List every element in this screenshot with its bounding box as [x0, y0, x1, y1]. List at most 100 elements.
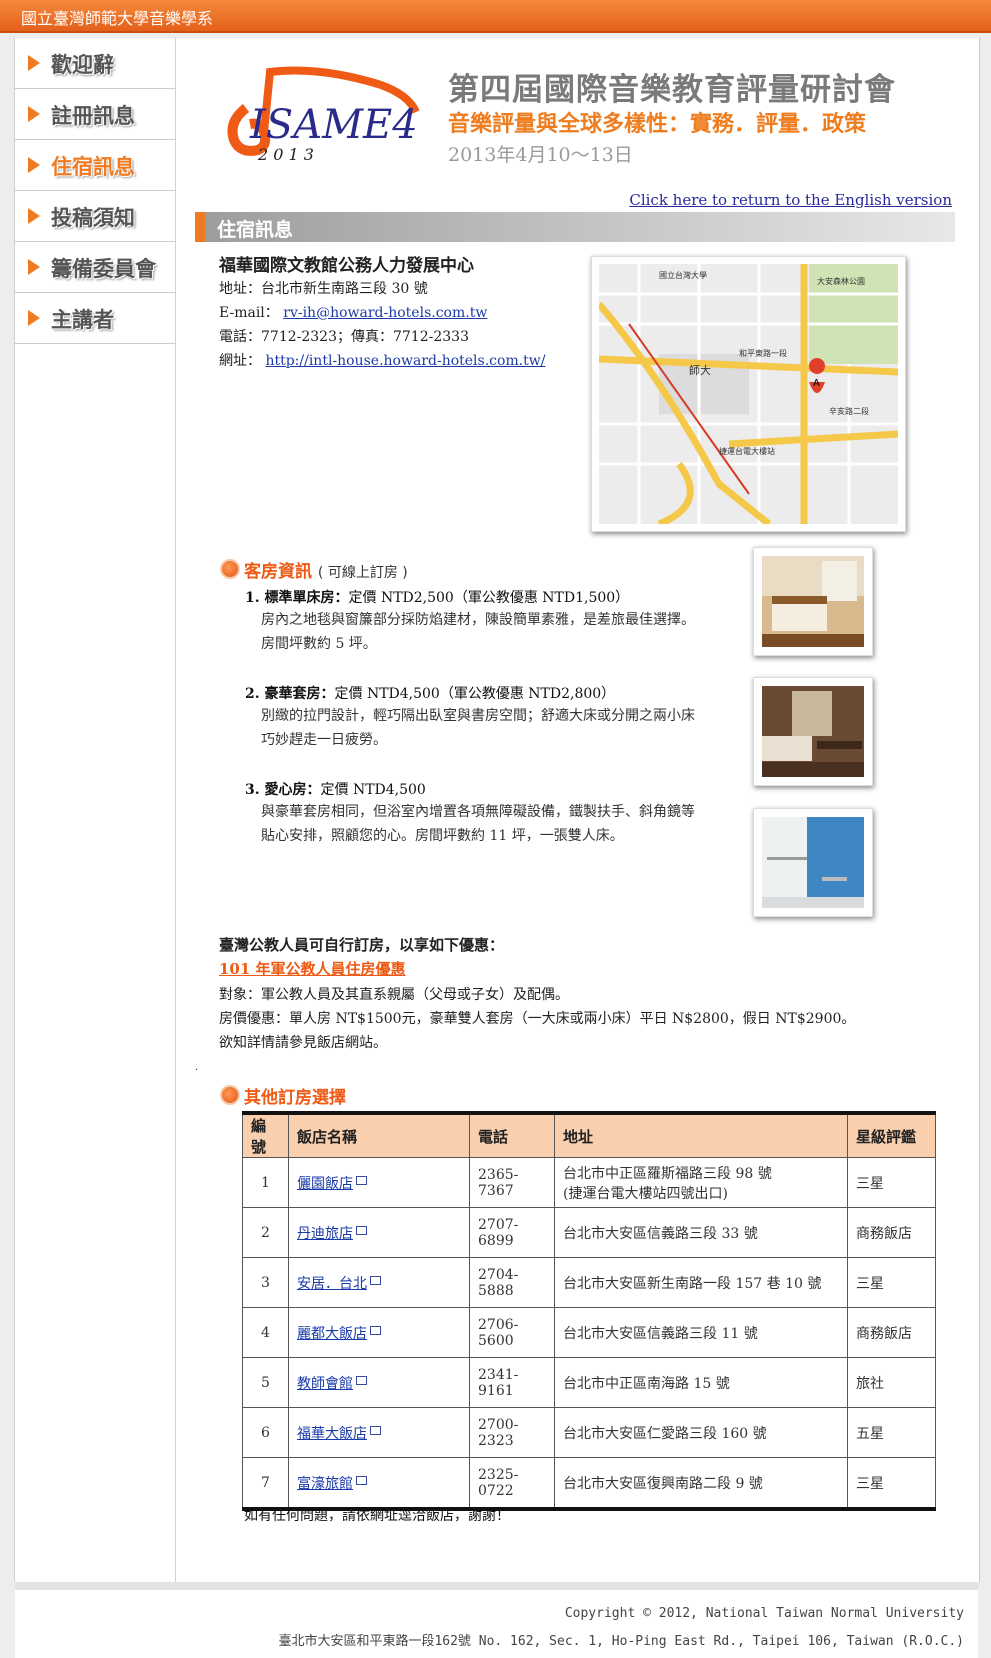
- hotel-name-link[interactable]: 丹迪旅店: [297, 1226, 353, 1242]
- external-link-icon[interactable]: [370, 1425, 381, 1435]
- hotel-name-link[interactable]: 儷園飯店: [297, 1176, 353, 1192]
- stray-dot: .: [195, 1062, 199, 1073]
- cell-text-no: 5: [261, 1374, 270, 1391]
- cell-text-phone: 2365-7367: [478, 1166, 519, 1199]
- table-row: 4 麗都大飯店 2706-5600 台北市大安區信義路三段 11 號 商務飯店: [242, 1307, 936, 1358]
- cell-text-rating: 三星: [856, 1175, 884, 1192]
- room-2-description: 別緻的拉門設計，輕巧隔出臥室與書房空間；舒適大床或分開之兩小床 巧妙趕走一日疲勞。: [261, 704, 731, 752]
- hotel-address: 台北市新生南路三段 30 號: [261, 281, 428, 297]
- external-link-icon[interactable]: [356, 1175, 367, 1185]
- sidebar-item-label: 主講者: [51, 308, 114, 332]
- sidebar-item-label: 歡迎辭: [51, 53, 114, 77]
- sidebar-item-1[interactable]: 歡迎辭: [15, 38, 175, 89]
- page-footer: Copyright © 2012, National Taiwan Normal…: [15, 1582, 978, 1658]
- hotel-name: 福華國際文教館公務人力發展中心: [219, 256, 474, 276]
- cell-no: 4: [242, 1307, 289, 1358]
- web-label: 網址：: [219, 353, 261, 369]
- other-hotels-table: 編號 飯店名稱 電話 地址 星級評鑑 1 儷園飯店 2365-7367 台北市中正區羅…: [242, 1111, 936, 1511]
- sidebar-item-3[interactable]: 住宿訊息: [15, 140, 175, 191]
- cell-text-addr: 台北市大安區信義路三段 33 號: [563, 1225, 758, 1242]
- col-header-hotel-name: 飯店名稱: [288, 1112, 470, 1158]
- nav-arrow-icon: [28, 208, 40, 224]
- cell-addr: 台北市大安區新生南路一段 157 巷 10 號: [554, 1257, 848, 1308]
- table-row: 2 丹迪旅店 2707-6899 台北市大安區信義路三段 33 號 商務飯店: [242, 1207, 936, 1258]
- map-label-road2: 辛亥路二段: [829, 406, 869, 416]
- hotel-name-link[interactable]: 福華大飯店: [297, 1426, 367, 1442]
- hotel-address-line: 地址：台北市新生南路三段 30 號: [219, 278, 428, 298]
- cell-text-phone: 2706-5600: [478, 1316, 519, 1349]
- conference-date: 2013年4月10～13日: [448, 144, 633, 166]
- cell-rating: 三星: [847, 1157, 936, 1208]
- gov-rates: 房價優惠：單人房 NT$1500元，豪華雙人套房（一大床或兩小床）平日 N$28…: [219, 1011, 856, 1027]
- cell-phone: 2707-6899: [469, 1207, 555, 1258]
- col-header-number: 編號: [242, 1112, 289, 1158]
- nav-arrow-icon: [28, 106, 40, 122]
- site-name[interactable]: 國立臺灣師範大學音樂學系: [21, 5, 213, 29]
- cell-no: 5: [242, 1357, 289, 1408]
- footer-copyright: Copyright © 2012, National Taiwan Normal…: [564, 1606, 964, 1621]
- external-link-icon[interactable]: [370, 1275, 381, 1285]
- gov-discount-link[interactable]: 101 年軍公教人員住房優惠: [219, 958, 406, 979]
- hotel-location-map[interactable]: 師大 國立台灣大學 大安森林公園 捷運台電大樓站 和平東路一段 辛亥路二段 A: [591, 256, 906, 532]
- rooms-section-note: ( 可線上訂房 ): [317, 565, 408, 581]
- room-2-title: 2. 豪華套房：定價 NTD4,500（軍公教優惠 NTD2,800）: [245, 683, 615, 703]
- cell-name: 儷園飯店: [288, 1157, 470, 1208]
- section-stripe: [195, 212, 205, 242]
- sidebar-item-6[interactable]: 主講者: [15, 293, 175, 344]
- room-3-price: 定價 NTD4,500: [320, 782, 426, 798]
- cell-phone: 2325-0722: [469, 1457, 555, 1510]
- conference-title: 第四屆國際音樂教育評量研討會: [448, 72, 896, 108]
- gov-eligibility: 對象：軍公教人員及其直系親屬（父母或子女）及配偶。: [219, 987, 569, 1003]
- cell-no: 3: [242, 1257, 289, 1308]
- gov-more-info: 欲知詳情請參見飯店網站。: [219, 1035, 387, 1051]
- room-2-name: 2. 豪華套房：: [245, 686, 335, 702]
- section-bullet-icon: [220, 1085, 240, 1105]
- cell-phone: 2704-5888: [469, 1257, 555, 1308]
- cell-addr: 台北市大安區信義路三段 11 號: [554, 1307, 848, 1358]
- logo-text: ISAME4: [249, 102, 418, 148]
- closing-note: 如有任何問題，請依網址逕洽飯店，謝謝！: [244, 1508, 510, 1524]
- room-3-description: 與豪華套房相同，但浴室內增置各項無障礙設備，鐵製扶手、斜角鏡等 貼心安排，照顧您的…: [261, 800, 731, 848]
- cell-addr: 台北市大安區復興南路二段 9 號: [554, 1457, 848, 1510]
- sidebar-item-label: 註冊訊息: [51, 104, 135, 128]
- map-label-university: 國立台灣大學: [659, 270, 707, 280]
- room-3-desc-line2: 貼心安排，照顧您的心。房間坪數約 11 坪，一張雙人床。: [261, 828, 624, 844]
- external-link-icon[interactable]: [356, 1375, 367, 1385]
- hotel-web-line: 網址： http://intl-house.howard-hotels.com.…: [219, 350, 546, 370]
- map-label-ntnu: 師大: [689, 363, 711, 377]
- hotel-name-link[interactable]: 麗都大飯店: [297, 1326, 367, 1342]
- room-3-desc-line1: 與豪華套房相同，但浴室內增置各項無障礙設備，鐵製扶手、斜角鏡等: [261, 804, 695, 820]
- cell-text-phone: 2700-2323: [478, 1416, 519, 1449]
- table-row: 7 富濠旅館 2325-0722 台北市大安區復興南路二段 9 號 三星: [242, 1457, 936, 1510]
- cell-addr: 台北市大安區仁愛路三段 160 號: [554, 1407, 848, 1458]
- cell-text-no: 1: [261, 1174, 270, 1191]
- map-label-road1: 和平東路一段: [739, 348, 787, 358]
- external-link-icon[interactable]: [356, 1475, 367, 1485]
- rooms-section-title: 客房資訊: [244, 562, 312, 582]
- cell-text-rating: 商務飯店: [856, 1225, 912, 1242]
- sidebar-item-5[interactable]: 籌備委員會: [15, 242, 175, 293]
- nav-arrow-icon: [28, 157, 40, 173]
- hotel-email-link[interactable]: rv-ih@howard-hotels.com.tw: [283, 305, 487, 321]
- hotel-name-link[interactable]: 安居．台北: [297, 1276, 367, 1292]
- cell-text-phone: 2707-6899: [478, 1216, 519, 1249]
- english-version-link[interactable]: Click here to return to the English vers…: [629, 191, 952, 209]
- sidebar-item-2[interactable]: 註冊訊息: [15, 89, 175, 140]
- external-link-icon[interactable]: [356, 1225, 367, 1235]
- isame4-logo[interactable]: ISAME4 2 0 1 3: [218, 62, 433, 166]
- rooms-section-heading: 客房資訊 ( 可線上訂房 ): [244, 557, 408, 582]
- external-link-icon[interactable]: [370, 1325, 381, 1335]
- hotel-website-link[interactable]: http://intl-house.howard-hotels.com.tw/: [265, 353, 545, 369]
- cell-text-addr: 台北市中正區羅斯福路三段 98 號: [563, 1165, 772, 1182]
- table-row: 5 教師會館 2341-9161 台北市中正區南海路 15 號 旅社: [242, 1357, 936, 1408]
- sidebar-item-4[interactable]: 投稿須知: [15, 191, 175, 242]
- table-row: 6 福華大飯店 2700-2323 台北市大安區仁愛路三段 160 號 五星: [242, 1407, 936, 1458]
- cell-no: 7: [242, 1457, 289, 1510]
- hotel-name-link[interactable]: 富濠旅館: [297, 1476, 353, 1492]
- map-label-station: 捷運台電大樓站: [719, 446, 775, 456]
- sidebar-item-label: 住宿訊息: [51, 155, 135, 179]
- cell-text-phone: 2704-5888: [478, 1266, 519, 1299]
- hotel-name-link[interactable]: 教師會館: [297, 1376, 353, 1392]
- cell-text-rating: 三星: [856, 1475, 884, 1492]
- cell-no: 2: [242, 1207, 289, 1258]
